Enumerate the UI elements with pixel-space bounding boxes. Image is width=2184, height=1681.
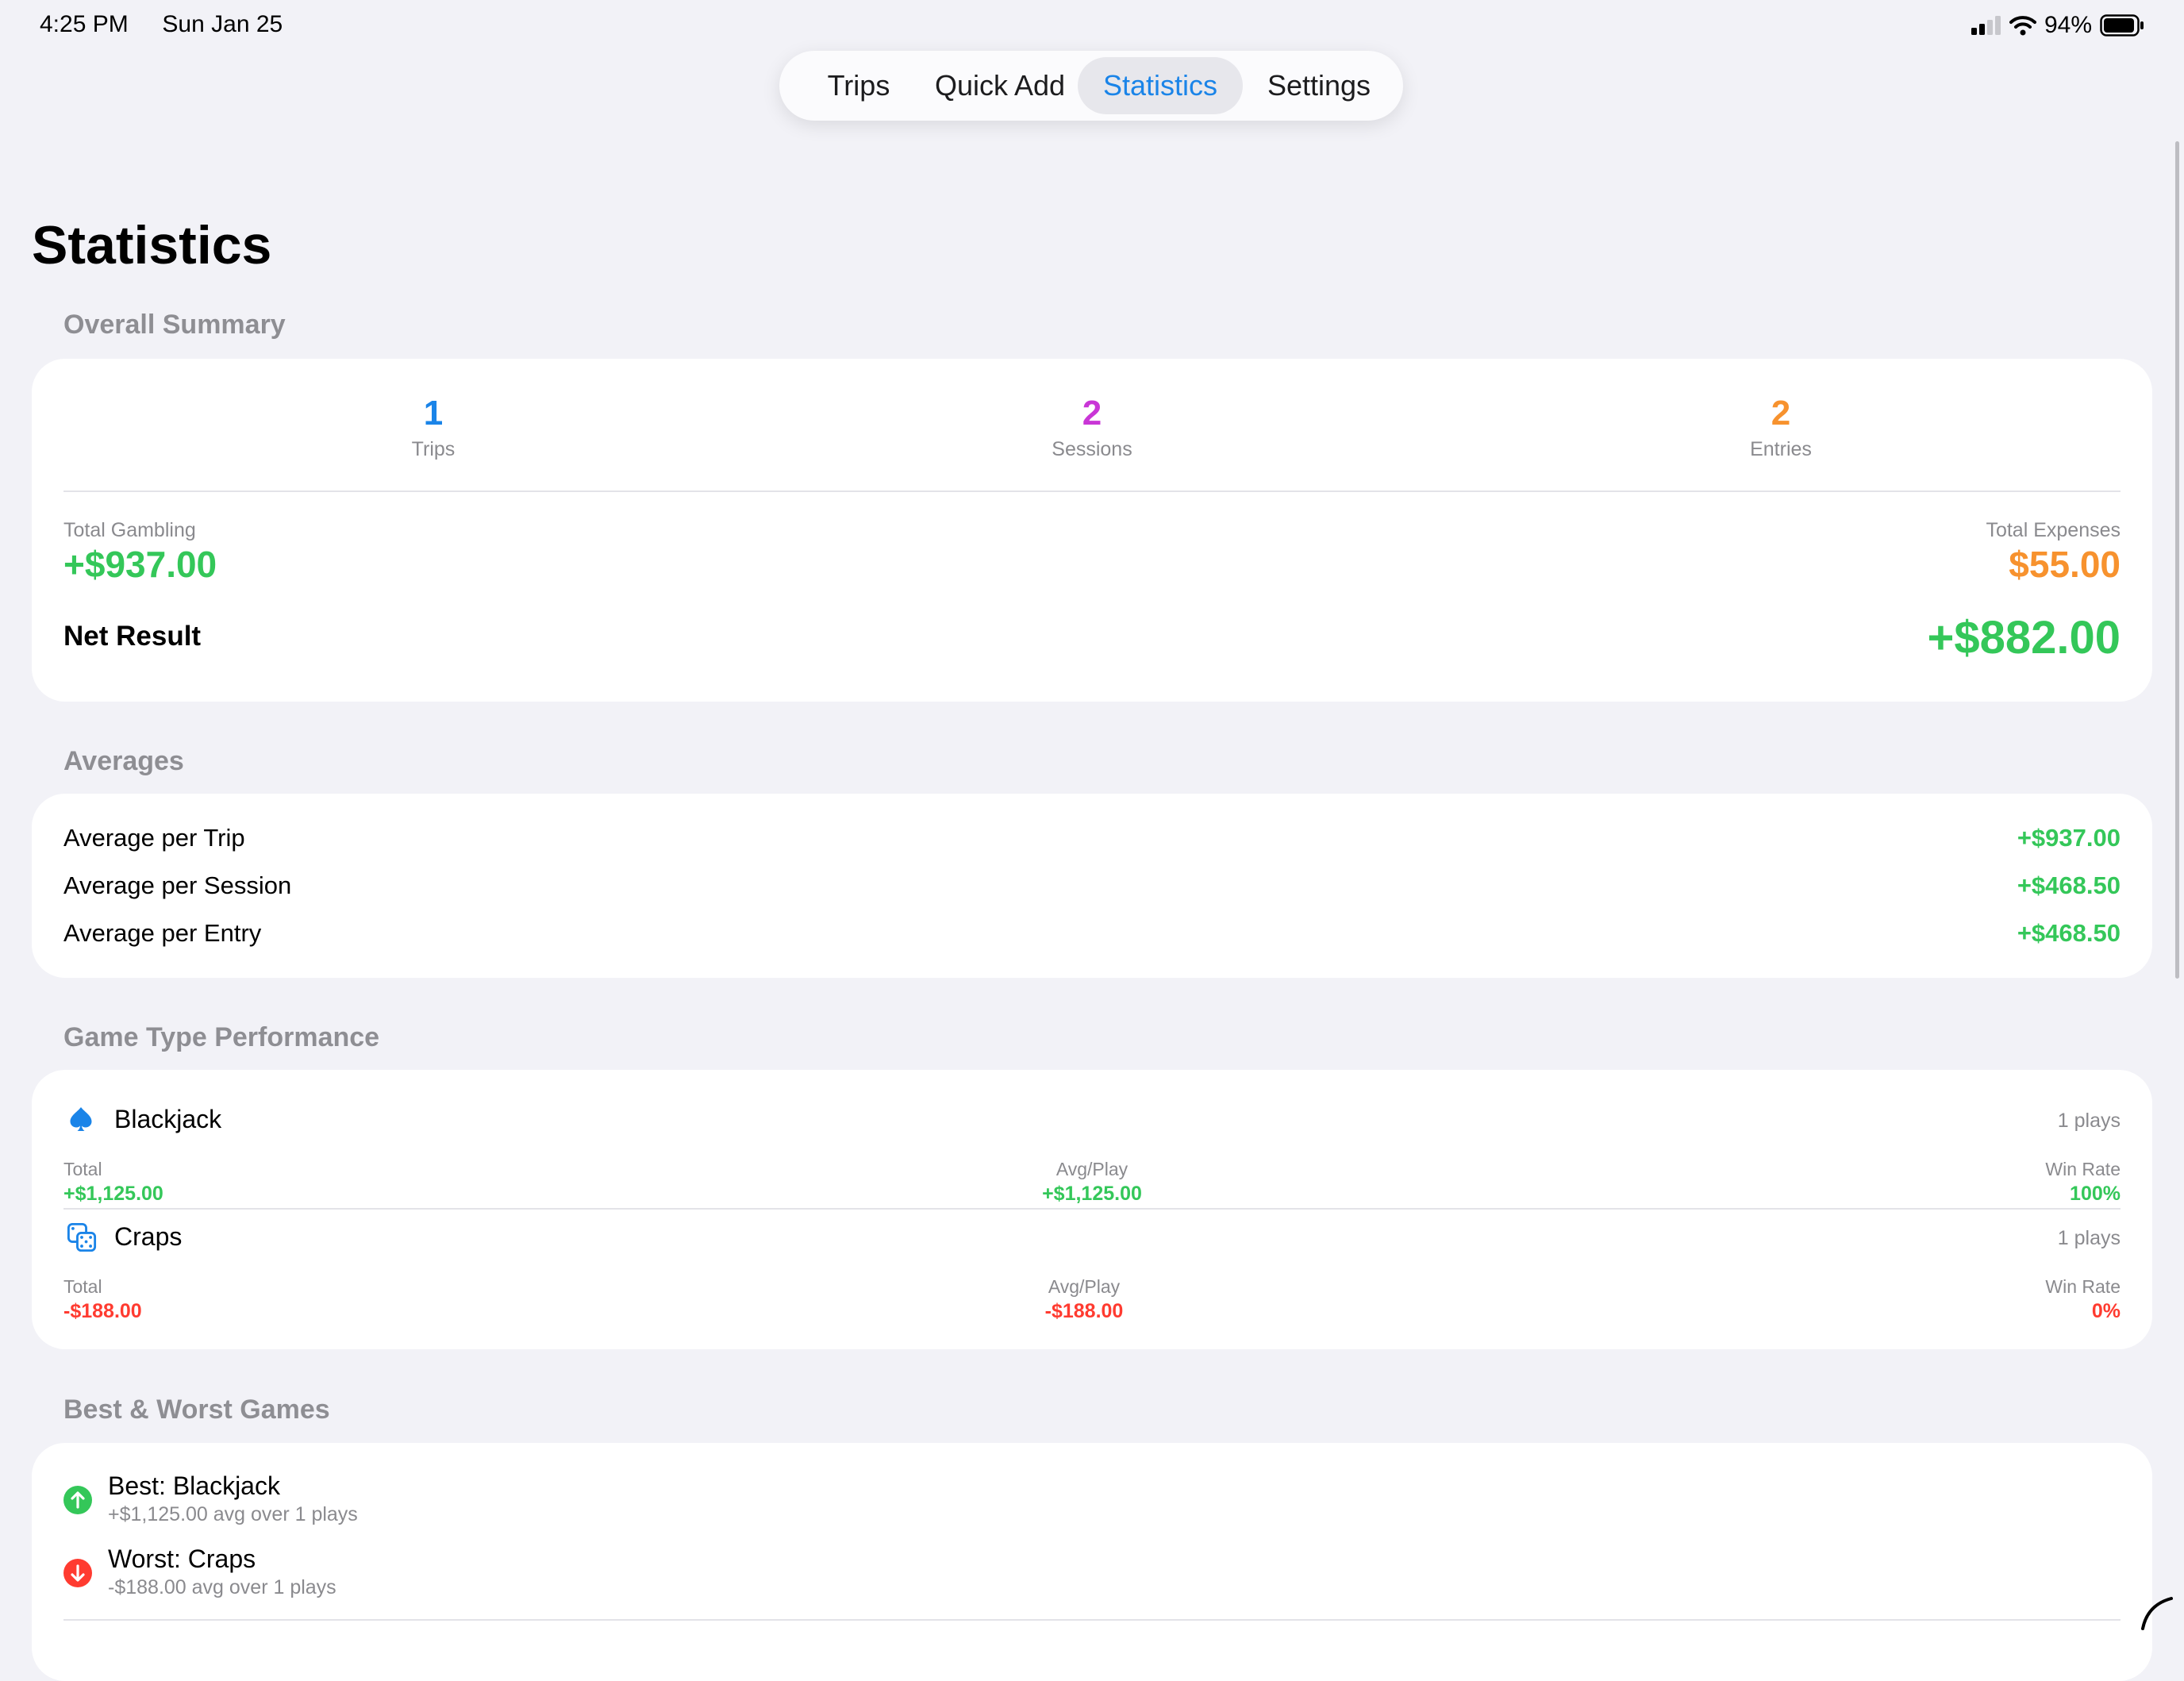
sessions-count: 2	[1082, 394, 1102, 433]
total-expenses-value: $55.00	[2009, 544, 2121, 585]
avg-per-entry-value: +$468.50	[2017, 919, 2121, 947]
spade-icon	[70, 1107, 92, 1131]
winrate-value-blackjack: 100%	[2070, 1183, 2121, 1205]
winrate-label-craps: Win Rate	[2045, 1276, 2121, 1297]
avg-value-craps: -$188.00	[1044, 1300, 1124, 1322]
trips-label: Trips	[411, 438, 456, 460]
avg-per-session-label: Average per Session	[63, 871, 292, 899]
status-bar-time: 4:25 PM Sun Jan 25	[40, 11, 283, 38]
best-worst-card: Best: Blackjack +$1,125.00 avg over 1 pl…	[32, 1443, 2152, 1681]
arrow-up-circle-icon	[63, 1486, 92, 1514]
plays-count-craps: 1 plays	[2057, 1227, 2121, 1249]
plays-count-blackjack: 1 plays	[2057, 1110, 2121, 1132]
game-row-blackjack[interactable]: Blackjack 1 plays Total +$1,125.00 Avg/P…	[32, 1070, 2152, 1210]
stat-trips: 1 Trips	[306, 394, 560, 461]
avg-per-entry-label: Average per Entry	[63, 919, 262, 947]
total-gambling-label: Total Gambling	[63, 519, 196, 541]
cellular-signal-icon	[1971, 16, 2001, 35]
avg-label-blackjack: Avg/Play	[1055, 1159, 1129, 1179]
best-game-subtitle: +$1,125.00 avg over 1 plays	[108, 1503, 358, 1525]
status-date: Sun Jan 25	[162, 11, 283, 37]
game-name-craps: Craps	[114, 1222, 183, 1251]
total-value-craps: -$188.00	[63, 1300, 142, 1322]
divider	[63, 490, 2121, 492]
section-header-game-type-performance: Game Type Performance	[63, 1022, 380, 1052]
tab-trips[interactable]: Trips	[795, 57, 922, 114]
status-time: 4:25 PM	[40, 11, 129, 37]
overall-summary-card: 1 Trips 2 Sessions 2 Entries Total Gambl…	[32, 359, 2152, 702]
trips-count: 1	[423, 394, 444, 433]
worst-game-subtitle: -$188.00 avg over 1 plays	[108, 1576, 336, 1598]
entries-label: Entries	[1750, 438, 1812, 460]
stat-entries: 2 Entries	[1654, 394, 1908, 461]
winrate-value-craps: 0%	[2091, 1300, 2121, 1322]
total-gambling-value: +$937.00	[63, 544, 217, 585]
game-performance-card: Blackjack 1 plays Total +$1,125.00 Avg/P…	[32, 1070, 2152, 1349]
status-bar-right: 94%	[1971, 11, 2144, 40]
entries-count: 2	[1771, 394, 1791, 433]
total-label-craps: Total	[63, 1276, 102, 1297]
vertical-scrollbar[interactable]	[2175, 141, 2179, 979]
stat-sessions: 2 Sessions	[965, 394, 1219, 461]
top-nav-segmented-control: Trips Quick Add Statistics Settings	[779, 51, 1403, 121]
resize-handle-icon[interactable]	[2138, 1594, 2176, 1632]
total-expenses-label: Total Expenses	[1986, 519, 2121, 541]
winrate-label-blackjack: Win Rate	[2045, 1159, 2121, 1179]
worst-game-title: Worst: Craps	[108, 1544, 256, 1573]
wifi-icon	[2009, 16, 2036, 36]
best-game-title: Best: Blackjack	[108, 1471, 280, 1500]
avg-per-trip-value: +$937.00	[2017, 824, 2121, 852]
page-title: Statistics	[32, 215, 272, 275]
dice-icon	[67, 1222, 97, 1252]
divider	[63, 1619, 2121, 1621]
net-result-label: Net Result	[63, 621, 202, 652]
averages-card: Average per Trip +$937.00 Average per Se…	[32, 794, 2152, 978]
battery-percentage: 94%	[2044, 12, 2092, 38]
section-header-averages: Averages	[63, 746, 184, 776]
section-header-best-worst-games: Best & Worst Games	[63, 1394, 330, 1425]
tab-statistics[interactable]: Statistics	[1078, 57, 1243, 114]
tab-quick-add[interactable]: Quick Add	[922, 57, 1078, 114]
battery-icon	[2100, 14, 2144, 37]
sessions-label: Sessions	[1052, 438, 1132, 460]
net-result-value: +$882.00	[1927, 612, 2121, 664]
avg-per-trip-label: Average per Trip	[63, 824, 245, 852]
avg-label-craps: Avg/Play	[1048, 1276, 1121, 1297]
tab-settings[interactable]: Settings	[1243, 57, 1395, 114]
section-header-overall-summary: Overall Summary	[63, 310, 286, 340]
total-label-blackjack: Total	[63, 1159, 102, 1179]
arrow-down-circle-icon	[63, 1559, 92, 1587]
game-row-craps[interactable]: Craps 1 plays Total -$188.00 Avg/Play -$…	[32, 1210, 2152, 1349]
avg-per-session-value: +$468.50	[2017, 871, 2121, 899]
total-value-blackjack: +$1,125.00	[63, 1183, 163, 1205]
game-name-blackjack: Blackjack	[114, 1105, 222, 1133]
avg-value-blackjack: +$1,125.00	[1042, 1183, 1142, 1205]
